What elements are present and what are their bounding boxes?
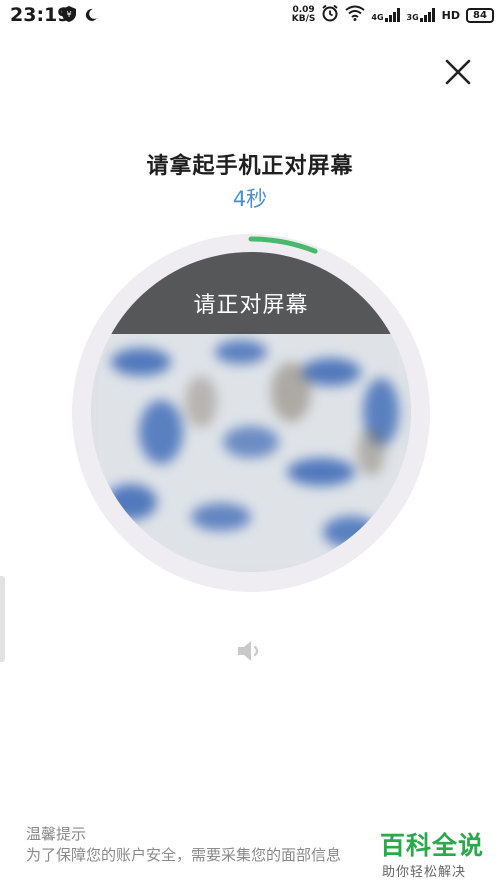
side-drag-handle[interactable] xyxy=(0,576,5,662)
battery-indicator: 84 xyxy=(466,7,494,23)
svg-text:¥: ¥ xyxy=(66,10,71,19)
tips-text: 为了保障您的账户安全，需要采集您的面部信息 xyxy=(26,846,342,864)
close-button[interactable] xyxy=(440,54,476,90)
status-left-icons: ¥ xyxy=(62,6,98,26)
watermark-logo: 百科全说 助你轻松解决 xyxy=(376,826,500,889)
alarm-icon xyxy=(321,4,339,26)
close-icon xyxy=(445,59,471,85)
watermark-subtitle: 助你轻松解决 xyxy=(382,865,467,880)
shield-icon: ¥ xyxy=(62,6,76,26)
net-speed: 0.09 KB/S xyxy=(291,5,316,24)
signal-3g-icon: 3G xyxy=(407,8,436,22)
watermark-title: 百科全说 xyxy=(380,831,485,860)
hd-label: HD xyxy=(441,8,460,22)
moon-icon xyxy=(84,7,98,26)
countdown-timer: 4秒 xyxy=(232,187,268,211)
wifi-icon xyxy=(345,5,365,25)
sound-toggle-button[interactable] xyxy=(236,639,264,663)
camera-preview: 请正对屏幕 xyxy=(91,252,411,572)
tips-title: 温馨提示 xyxy=(26,825,87,843)
status-right: 0.09 KB/S 4G 3G HD 84 xyxy=(292,4,494,26)
signal-4g-icon: 4G xyxy=(371,8,400,22)
status-bar: 23:19 ¥ 0.09 KB/S 4G 3G HD 84 xyxy=(0,0,500,30)
face-prompt: 请正对屏幕 xyxy=(193,293,309,318)
speaker-icon xyxy=(238,641,259,661)
instruction-title: 请拿起手机正对屏幕 xyxy=(146,154,354,179)
